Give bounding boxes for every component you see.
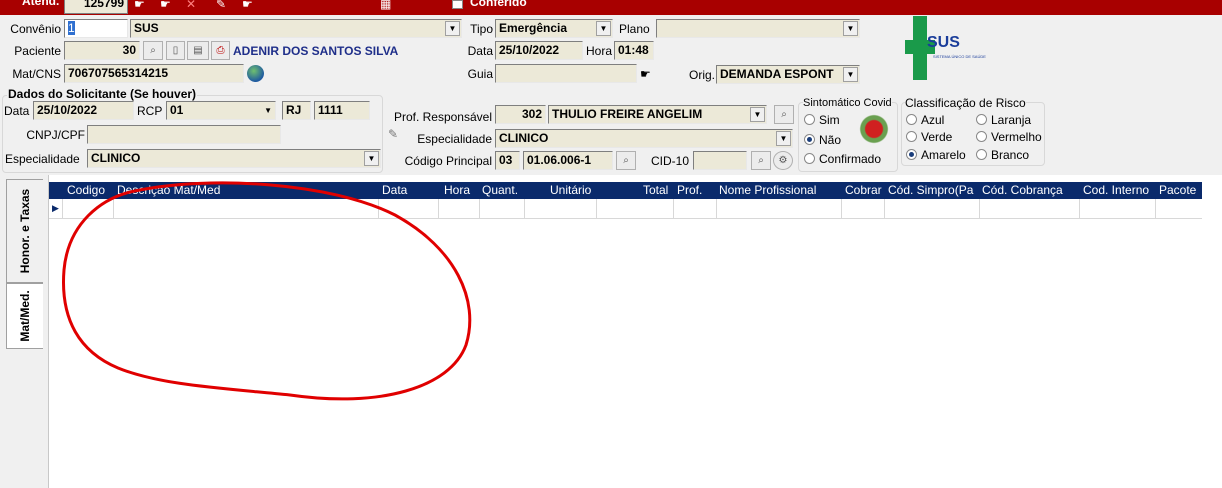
red-annotation-ellipse [61, 181, 472, 401]
